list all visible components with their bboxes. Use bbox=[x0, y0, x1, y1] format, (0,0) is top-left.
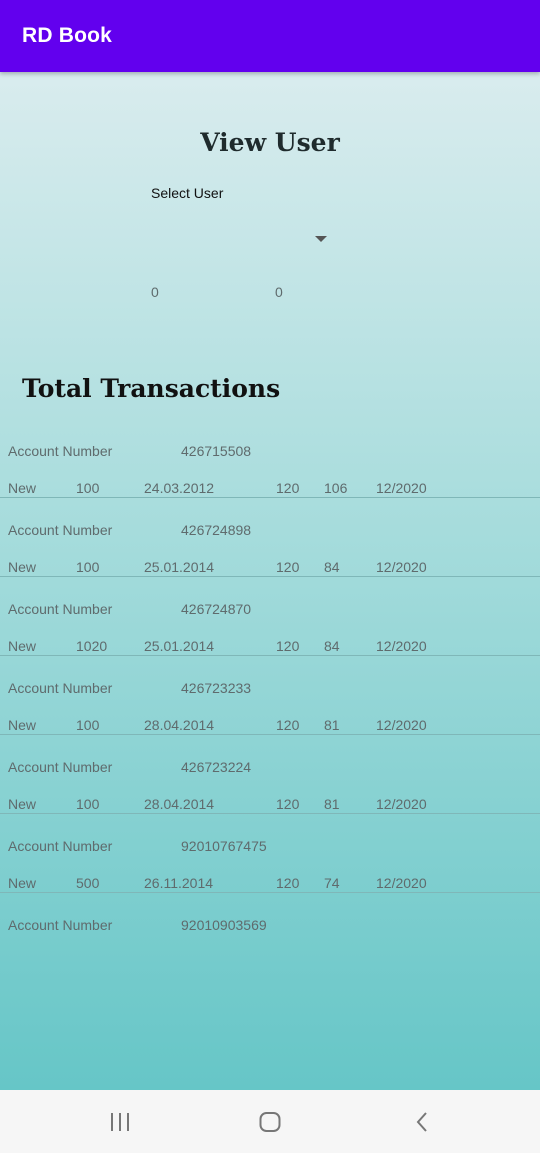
transaction-months: 120 bbox=[276, 796, 300, 812]
transaction-type: New bbox=[8, 717, 37, 733]
transaction-remaining: 81 bbox=[324, 717, 340, 733]
transaction-item[interactable]: Account Number 426723224 New 100 28.04.2… bbox=[0, 759, 540, 838]
divider bbox=[0, 576, 540, 577]
user-value-b: 0 bbox=[275, 284, 283, 300]
transaction-amount: 1020 bbox=[76, 638, 108, 654]
account-number: 426723224 bbox=[181, 759, 252, 775]
transaction-type: New bbox=[8, 638, 37, 654]
transaction-item[interactable]: Account Number 426715508 New 100 24.03.2… bbox=[0, 443, 540, 522]
account-number: 92010903569 bbox=[181, 917, 267, 933]
account-number: 426724870 bbox=[181, 601, 252, 617]
home-button[interactable] bbox=[230, 1090, 310, 1153]
home-icon bbox=[259, 1111, 281, 1132]
account-number: 426723233 bbox=[181, 680, 252, 696]
divider bbox=[0, 497, 540, 498]
transaction-months: 120 bbox=[276, 875, 300, 891]
transaction-date: 28.04.2014 bbox=[144, 717, 215, 733]
transaction-remaining: 84 bbox=[324, 638, 340, 654]
account-label: Account Number bbox=[8, 838, 113, 854]
select-user-label: Select User bbox=[151, 185, 224, 201]
transaction-amount: 100 bbox=[76, 796, 100, 812]
transaction-type: New bbox=[8, 480, 37, 496]
transaction-item[interactable]: Account Number 426724870 New 1020 25.01.… bbox=[0, 601, 540, 680]
account-label: Account Number bbox=[8, 601, 113, 617]
main-content[interactable]: View User Select User 0 0 Total Transact… bbox=[0, 72, 540, 1090]
back-icon bbox=[416, 1111, 427, 1132]
divider bbox=[0, 813, 540, 814]
transaction-item[interactable]: Account Number 92010767475 New 500 26.11… bbox=[0, 838, 540, 917]
transaction-maturity: 12/2020 bbox=[376, 796, 427, 812]
transaction-item[interactable]: Account Number 426724898 New 100 25.01.2… bbox=[0, 522, 540, 601]
back-button[interactable] bbox=[382, 1090, 462, 1153]
transaction-maturity: 12/2020 bbox=[376, 480, 427, 496]
transaction-amount: 500 bbox=[76, 875, 100, 891]
transaction-date: 25.01.2014 bbox=[144, 559, 215, 575]
transaction-type: New bbox=[8, 796, 37, 812]
transaction-months: 120 bbox=[276, 559, 300, 575]
account-number: 92010767475 bbox=[181, 838, 267, 854]
transaction-maturity: 12/2020 bbox=[376, 559, 427, 575]
transaction-date: 24.03.2012 bbox=[144, 480, 215, 496]
transaction-amount: 100 bbox=[76, 559, 100, 575]
divider bbox=[0, 655, 540, 656]
transaction-remaining: 81 bbox=[324, 796, 340, 812]
app-title: RD Book bbox=[22, 24, 113, 47]
account-label: Account Number bbox=[8, 680, 113, 696]
recents-icon bbox=[111, 1112, 129, 1131]
divider bbox=[0, 892, 540, 893]
transaction-date: 28.04.2014 bbox=[144, 796, 215, 812]
system-nav-bar bbox=[0, 1090, 540, 1153]
account-number: 426724898 bbox=[181, 522, 252, 538]
transaction-type: New bbox=[8, 559, 37, 575]
divider bbox=[0, 734, 540, 735]
transaction-item[interactable]: Account Number 92010903569 bbox=[0, 917, 540, 996]
account-label: Account Number bbox=[8, 917, 113, 933]
total-transactions-title: Total Transactions bbox=[22, 374, 281, 403]
transaction-maturity: 12/2020 bbox=[376, 638, 427, 654]
transaction-date: 26.11.2014 bbox=[144, 875, 214, 891]
transaction-remaining: 106 bbox=[324, 480, 348, 496]
user-value-a: 0 bbox=[151, 284, 159, 300]
account-number: 426715508 bbox=[181, 443, 252, 459]
transaction-item[interactable]: Account Number 426723233 New 100 28.04.2… bbox=[0, 680, 540, 759]
transaction-maturity: 12/2020 bbox=[376, 875, 427, 891]
transaction-maturity: 12/2020 bbox=[376, 717, 427, 733]
transaction-months: 120 bbox=[276, 638, 300, 654]
view-user-title: View User bbox=[200, 128, 340, 157]
transaction-date: 25.01.2014 bbox=[144, 638, 215, 654]
transaction-months: 120 bbox=[276, 480, 300, 496]
transaction-months: 120 bbox=[276, 717, 300, 733]
account-label: Account Number bbox=[8, 759, 113, 775]
transaction-type: New bbox=[8, 875, 37, 891]
account-label: Account Number bbox=[8, 522, 113, 538]
transaction-remaining: 74 bbox=[324, 875, 340, 891]
app-bar: RD Book bbox=[0, 0, 540, 72]
chevron-down-icon[interactable] bbox=[315, 236, 327, 242]
transaction-remaining: 84 bbox=[324, 559, 340, 575]
transaction-amount: 100 bbox=[76, 717, 100, 733]
transaction-amount: 100 bbox=[76, 480, 100, 496]
account-label: Account Number bbox=[8, 443, 113, 459]
recents-button[interactable] bbox=[80, 1090, 160, 1153]
